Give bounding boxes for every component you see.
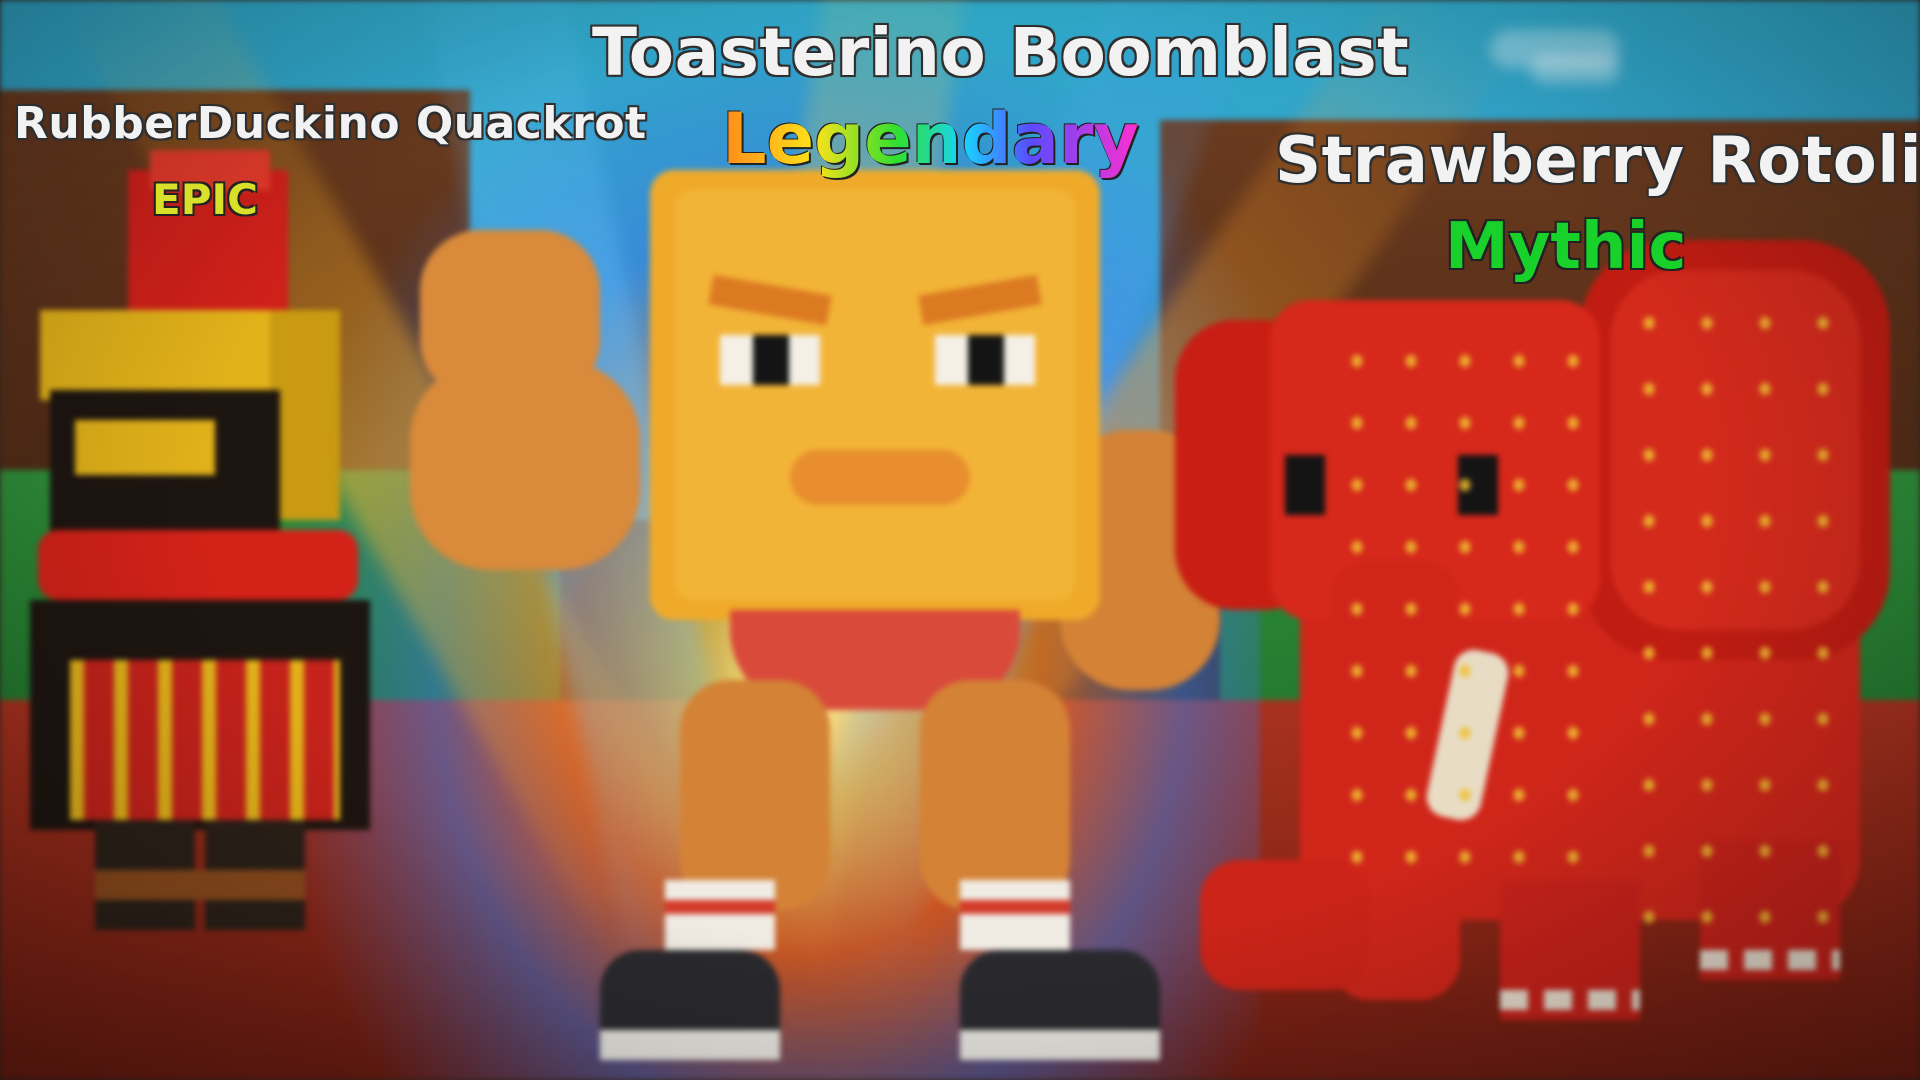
rarity-label: Legendary (722, 98, 1139, 180)
rarity-label: Mythic (1445, 210, 1687, 284)
game-scene: RubberDuckino Quackrot EPIC Toasterino B… (0, 0, 1920, 1080)
character-name: Toasterino Boomblast (592, 14, 1410, 91)
rarity-label: EPIC (152, 175, 258, 224)
character-name: RubberDuckino Quackrot (14, 98, 647, 149)
character-name: Strawberry Rotolini (1275, 124, 1920, 198)
